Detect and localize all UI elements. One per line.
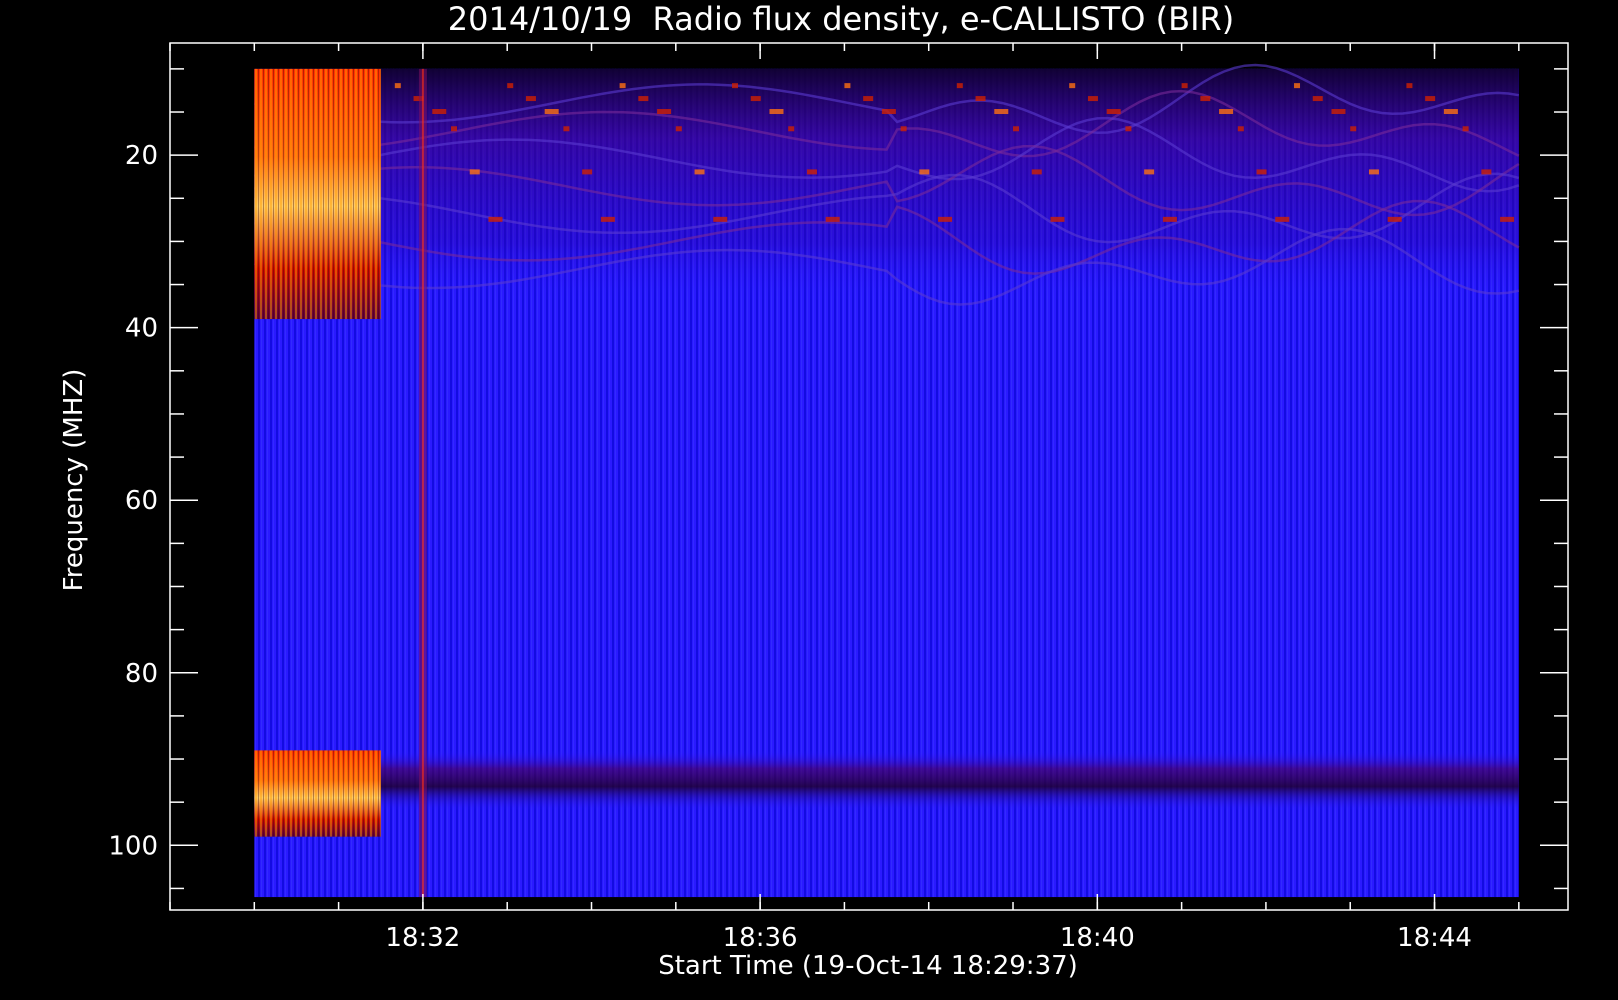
y-tick-label: 100 — [108, 831, 158, 861]
burst-dash — [619, 83, 626, 89]
x-axis-label: Start Time (19-Oct-14 18:29:37) — [658, 951, 1078, 981]
chart-title: 2014/10/19 Radio flux density, e-CALLIST… — [448, 0, 1234, 38]
burst-dash — [582, 169, 593, 175]
burst-dash — [488, 216, 503, 222]
y-tick-label: 40 — [125, 314, 158, 344]
burst-dash — [863, 96, 874, 102]
burst-dash — [657, 109, 672, 115]
burst-dash — [1219, 109, 1234, 115]
burst-dash — [432, 109, 447, 115]
burst-dash — [1368, 169, 1379, 175]
burst-dash — [1350, 126, 1357, 132]
burst-dash — [1144, 169, 1155, 175]
burst-dash — [1462, 126, 1469, 132]
plot-area — [170, 43, 1568, 910]
interference-texture — [254, 750, 381, 837]
y-tick-label: 80 — [125, 659, 158, 689]
burst-dash — [881, 109, 896, 115]
burst-dash — [1106, 109, 1121, 115]
burst-dash — [825, 216, 840, 222]
burst-dash — [563, 126, 570, 132]
burst-dash — [394, 83, 401, 89]
burst-dash — [451, 126, 458, 132]
burst-dash — [1013, 126, 1020, 132]
x-tick-label: 18:44 — [1397, 923, 1472, 953]
burst-dash — [1406, 83, 1413, 89]
burst-dash — [975, 96, 986, 102]
vertical-streak-core — [421, 68, 424, 898]
burst-dash — [788, 126, 795, 132]
x-tick-label: 18:32 — [385, 923, 460, 953]
y-tick-label: 20 — [125, 141, 158, 171]
burst-dash — [1031, 169, 1042, 175]
burst-dash — [919, 169, 930, 175]
burst-dash — [1312, 96, 1323, 102]
burst-dash — [1050, 216, 1065, 222]
burst-dash — [507, 83, 514, 89]
burst-dash — [544, 109, 559, 115]
burst-dash — [1294, 83, 1301, 89]
burst-dash — [469, 169, 480, 175]
x-tick-label: 18:40 — [1060, 923, 1135, 953]
x-tick-label: 18:36 — [723, 923, 798, 953]
burst-dash — [1125, 126, 1132, 132]
burst-dash — [675, 126, 682, 132]
burst-dash — [525, 96, 536, 102]
upper-noise-band — [254, 68, 1519, 302]
burst-dash — [1500, 216, 1515, 222]
burst-dash — [1256, 169, 1267, 175]
burst-dash — [1087, 96, 1098, 102]
burst-dash — [1425, 96, 1436, 102]
burst-dash — [956, 83, 963, 89]
burst-dash — [750, 96, 761, 102]
burst-dash — [1481, 169, 1492, 175]
spectrogram-chart: 2014/10/19 Radio flux density, e-CALLIST… — [59, 0, 1569, 981]
y-axis-label: Frequency (MHZ) — [59, 369, 89, 592]
burst-dash — [1443, 109, 1458, 115]
interference-texture — [254, 68, 381, 320]
burst-dash — [900, 126, 907, 132]
burst-dash — [1200, 96, 1211, 102]
burst-dash — [1162, 216, 1177, 222]
burst-dash — [600, 216, 615, 222]
burst-dash — [1275, 216, 1290, 222]
burst-dash — [1387, 216, 1402, 222]
burst-dash — [769, 109, 784, 115]
burst-dash — [638, 96, 649, 102]
burst-dash — [844, 83, 851, 89]
burst-dash — [713, 216, 728, 222]
burst-dash — [994, 109, 1009, 115]
burst-dash — [732, 83, 739, 89]
burst-dash — [1237, 126, 1244, 132]
burst-dash — [938, 216, 953, 222]
burst-dash — [1331, 109, 1346, 115]
burst-dash — [694, 169, 705, 175]
burst-dash — [1181, 83, 1188, 89]
y-tick-label: 60 — [125, 486, 158, 516]
burst-dash — [1069, 83, 1076, 89]
lower-noise-band — [254, 750, 1519, 811]
burst-dash — [806, 169, 817, 175]
